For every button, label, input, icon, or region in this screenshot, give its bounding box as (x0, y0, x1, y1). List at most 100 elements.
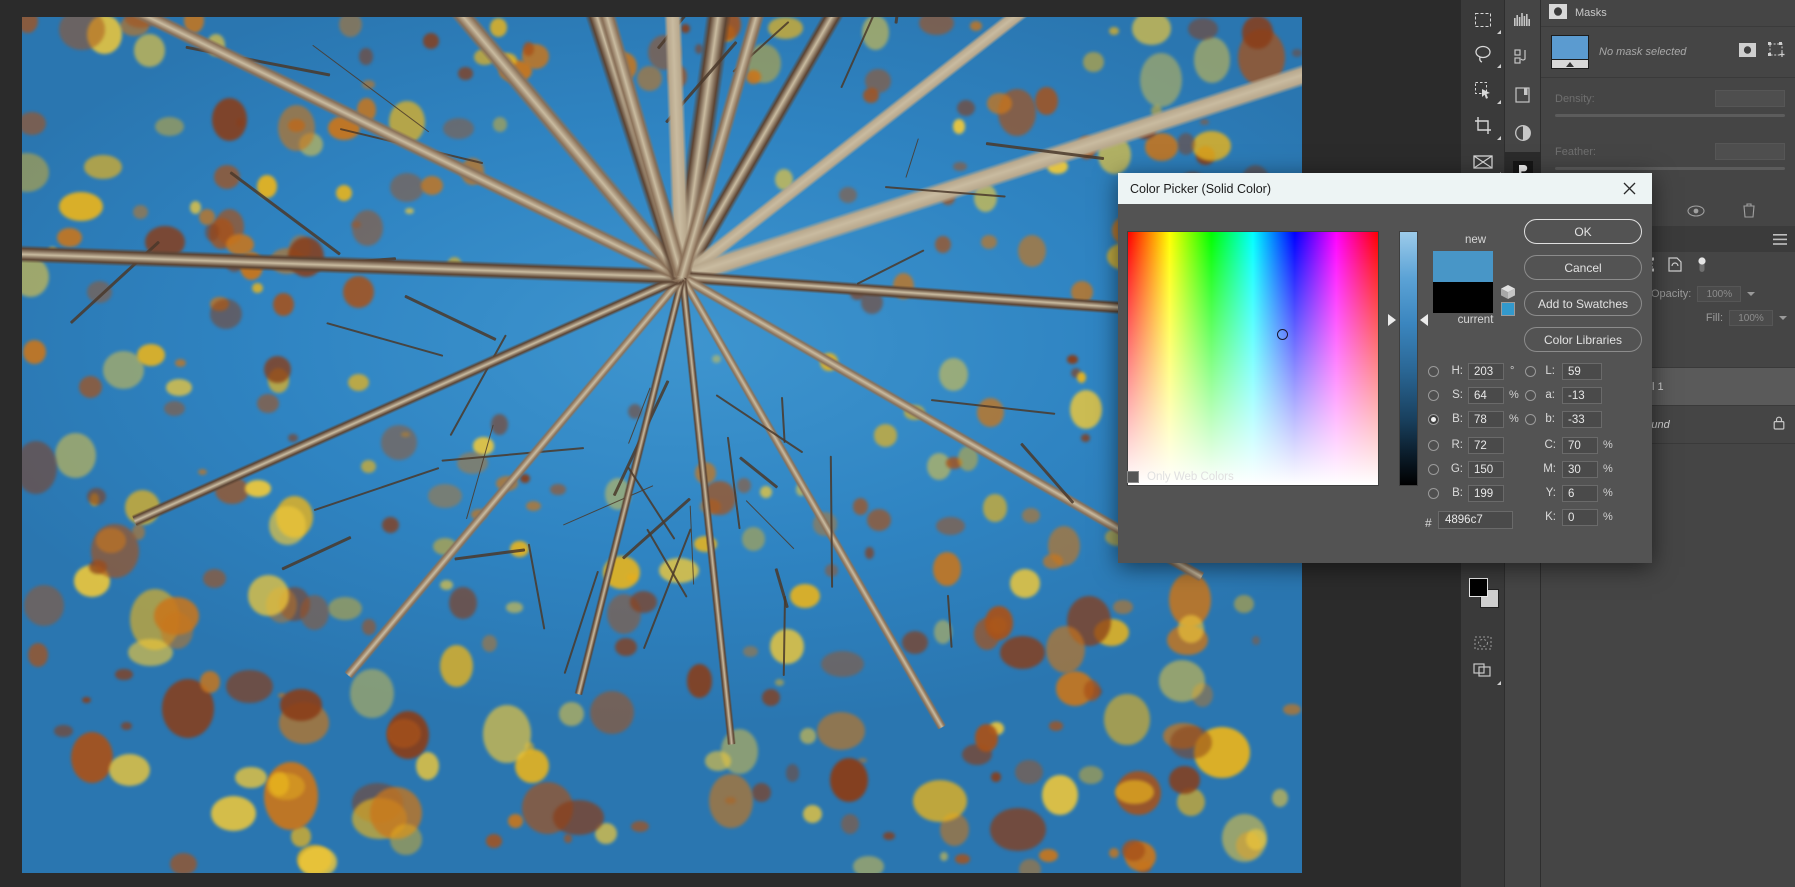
foliage-cluster (55, 432, 96, 479)
b-channel-input[interactable]: -33 (1562, 411, 1602, 428)
foliage-cluster (381, 516, 399, 534)
feather-field[interactable] (1715, 143, 1785, 160)
foliage-cluster (257, 394, 279, 414)
magenta-unit: % (1603, 463, 1613, 475)
slider-marker-right[interactable] (1420, 314, 1428, 326)
foreground-color-swatch[interactable] (1469, 578, 1488, 597)
radio-hue[interactable] (1428, 366, 1439, 377)
density-field[interactable] (1715, 90, 1785, 107)
toggle-mask-icon[interactable] (1687, 204, 1705, 222)
radio-green[interactable] (1428, 464, 1439, 475)
foliage-cluster (197, 468, 208, 475)
foliage-cluster (86, 487, 107, 505)
mask-thumbnail[interactable] (1551, 35, 1589, 69)
lasso-tool[interactable] (1461, 36, 1505, 72)
hex-input[interactable]: 4896c7 (1438, 511, 1513, 529)
screen-mode-icon[interactable] (1461, 653, 1505, 689)
brightness-input[interactable]: 78 (1468, 411, 1504, 428)
vector-mask-icon[interactable] (1768, 42, 1785, 62)
foliage-cluster (1159, 660, 1206, 702)
ok-button[interactable]: OK (1524, 219, 1642, 244)
black-input[interactable]: 0 (1562, 509, 1598, 526)
blue-label: B: (1452, 487, 1463, 499)
actions-icon[interactable] (1505, 38, 1541, 76)
color-swatches[interactable] (1469, 578, 1499, 608)
color-field-marker[interactable] (1277, 329, 1288, 340)
document-image[interactable] (22, 17, 1302, 873)
foliage-cluster (590, 690, 634, 735)
slider-marker-left[interactable] (1388, 314, 1396, 326)
density-row[interactable]: Density: (1541, 78, 1795, 121)
foliage-cluster (522, 42, 534, 57)
mask-row[interactable]: No mask selected (1541, 26, 1795, 77)
lightness-input[interactable]: 59 (1562, 363, 1602, 380)
histogram-icon[interactable] (1505, 0, 1541, 38)
foliage-cluster (390, 824, 422, 855)
lightness-label: L: (1545, 365, 1555, 377)
panel-menu-icon[interactable] (1765, 226, 1795, 252)
cancel-button[interactable]: Cancel (1524, 255, 1642, 280)
color-field[interactable] (1127, 231, 1379, 486)
quick-selection-tool[interactable] (1461, 72, 1505, 108)
cyan-input[interactable]: 70 (1562, 437, 1598, 454)
only-web-colors-checkbox[interactable] (1127, 471, 1139, 483)
foliage-cluster (174, 359, 186, 368)
radio-blue[interactable] (1428, 488, 1439, 499)
color-slider[interactable] (1399, 231, 1418, 486)
fill-label: Fill: (1705, 312, 1723, 324)
pixel-mask-icon[interactable] (1739, 42, 1756, 62)
radio-a-channel[interactable] (1525, 390, 1536, 401)
close-icon[interactable] (1618, 178, 1640, 200)
opacity-value[interactable]: 100% (1697, 286, 1742, 302)
rectangular-marquee-tool[interactable] (1461, 2, 1505, 38)
adjustments-icon[interactable] (1505, 114, 1541, 152)
red-input[interactable]: 72 (1468, 437, 1504, 454)
radio-b-channel[interactable] (1525, 414, 1536, 425)
add-to-swatches-button[interactable]: Add to Swatches (1524, 291, 1642, 316)
radio-lightness[interactable] (1525, 366, 1536, 377)
radio-brightness[interactable] (1428, 414, 1439, 425)
layer-comps-icon[interactable] (1505, 76, 1541, 114)
hue-unit: ° (1510, 365, 1515, 377)
foliage-cluster (448, 586, 477, 620)
saturation-input[interactable]: 64 (1468, 387, 1504, 404)
crop-tool[interactable] (1461, 108, 1505, 144)
color-libraries-button[interactable]: Color Libraries (1524, 327, 1642, 352)
foliage-cluster (198, 209, 215, 226)
foliage-cluster (57, 227, 82, 248)
foliage-cluster (933, 551, 961, 586)
density-slider[interactable] (1555, 114, 1785, 117)
web-safe-color-swatch[interactable] (1501, 302, 1515, 316)
feather-row[interactable]: Feather: (1541, 121, 1795, 174)
cyan-label: C: (1544, 439, 1557, 451)
foliage-cluster (901, 631, 928, 655)
magenta-input[interactable]: 30 (1562, 461, 1598, 478)
radio-red[interactable] (1428, 440, 1439, 451)
foliage-cluster (489, 17, 507, 37)
foliage-cluster (785, 764, 800, 782)
delete-mask-icon[interactable] (1742, 203, 1756, 223)
feather-slider[interactable] (1555, 167, 1785, 170)
fill-chevron-icon[interactable] (1779, 316, 1787, 320)
radio-saturation[interactable] (1428, 390, 1439, 401)
foliage-cluster (380, 425, 417, 460)
filter-smart-icon[interactable] (1667, 257, 1683, 277)
hue-label: H: (1451, 365, 1464, 377)
yellow-input[interactable]: 6 (1562, 485, 1598, 502)
blue-input[interactable]: 199 (1468, 485, 1504, 502)
dialog-titlebar[interactable]: Color Picker (Solid Color) (1118, 173, 1652, 204)
filter-toggle-icon[interactable] (1695, 256, 1709, 279)
lock-icon[interactable] (1773, 416, 1785, 433)
only-web-colors-row[interactable]: Only Web Colors (1127, 471, 1234, 483)
new-color-swatch[interactable] (1433, 251, 1493, 282)
opacity-label: Opacity: (1651, 288, 1692, 300)
foliage-cluster (115, 668, 133, 681)
a-channel-input[interactable]: -13 (1562, 387, 1602, 404)
current-color-swatch[interactable] (1433, 282, 1493, 313)
color-picker-dialog[interactable]: Color Picker (Solid Color) new current O… (1118, 173, 1652, 563)
green-input[interactable]: 150 (1468, 461, 1504, 478)
opacity-chevron-icon[interactable] (1747, 292, 1756, 296)
hue-input[interactable]: 203 (1468, 363, 1504, 380)
green-label: G: (1450, 463, 1463, 475)
fill-value[interactable]: 100% (1729, 310, 1773, 326)
